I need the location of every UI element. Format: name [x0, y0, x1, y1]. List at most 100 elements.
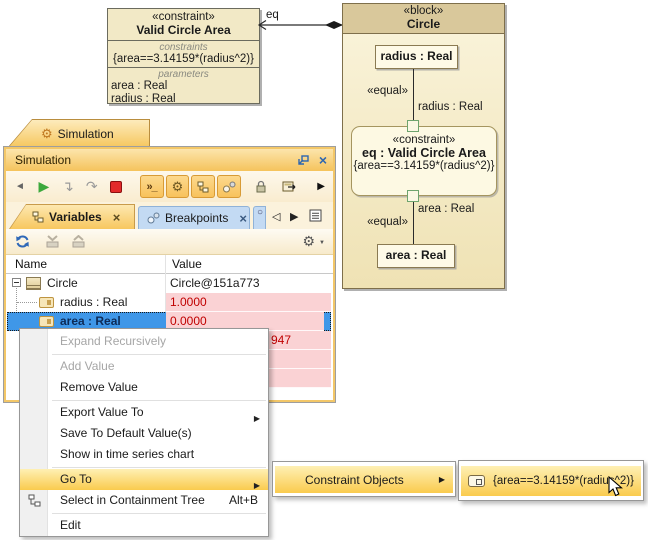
binding-connector-bottom	[413, 202, 414, 244]
menu-separator	[52, 354, 266, 355]
parameter-radius: radius : Real	[111, 93, 256, 106]
menu-item-show-time-series[interactable]: Show in time series chart	[20, 444, 268, 465]
panel-options-gear-button[interactable]: ⚙	[302, 233, 315, 250]
toolbar-overflow-button[interactable]: ▶	[309, 175, 333, 198]
parameters-compartment-label: parameters	[111, 69, 256, 80]
simulation-title: Simulation	[15, 153, 297, 167]
tree-icon	[197, 181, 209, 193]
panel-tab-row: Variables × Breakpoints × ○ ◁ ▶	[6, 202, 333, 229]
constraint-block-valid-circle-area[interactable]: «constraint» Valid Circle Area constrain…	[107, 8, 260, 104]
menu-separator	[52, 513, 266, 514]
row-value-cell: 1.0000	[166, 293, 331, 312]
circle-block-header: «block» Circle	[343, 4, 504, 34]
context-menu: Expand Recursively Add Value Remove Valu…	[19, 328, 269, 537]
save-to-default-button[interactable]	[40, 230, 64, 253]
menu-item-go-to[interactable]: Go To ▶	[20, 469, 268, 490]
menu-item-expand-recursively[interactable]: Expand Recursively	[20, 331, 268, 352]
close-variables-tab-icon[interactable]: ×	[113, 211, 121, 224]
row-value: 0.0000	[170, 314, 207, 328]
row-name: Circle	[47, 276, 78, 290]
refresh-button[interactable]	[10, 230, 34, 253]
constraint-property-expression: {area==3.14159*(radius^2)}	[352, 160, 496, 172]
parameter-port-bottom[interactable]	[407, 190, 419, 202]
tree-icon	[32, 211, 44, 223]
console-icon: »_	[146, 181, 156, 193]
circle-block-name: Circle	[343, 17, 504, 31]
variables-tab-label: Variables	[49, 210, 102, 224]
dock-tab-label: Simulation	[58, 127, 114, 141]
animation-prev-button[interactable]: ◄	[8, 175, 32, 198]
stop-icon	[110, 181, 122, 193]
export-window-icon	[282, 180, 297, 193]
menu-item-select-in-containment-tree[interactable]: Select in Containment Tree Alt+B	[20, 490, 268, 511]
row-value: Circle@151a773	[170, 276, 260, 290]
nav-next-tab-button[interactable]: ▶	[290, 210, 298, 223]
nav-prev-tab-button[interactable]: ◁	[272, 210, 280, 223]
constraint-block-header: «constraint» Valid Circle Area	[108, 9, 259, 41]
constraint-block-name: Valid Circle Area	[108, 23, 259, 37]
step-over-button[interactable]: ↷	[80, 175, 104, 198]
menu-item-edit[interactable]: Edit	[20, 515, 268, 536]
console-toggle-button[interactable]: »_	[140, 175, 164, 198]
value-property-icon	[39, 297, 54, 308]
panel-options-dropdown-icon[interactable]: ▼	[319, 240, 325, 246]
tab-variables[interactable]: Variables ×	[10, 205, 134, 229]
collapse-expander-icon[interactable]	[12, 278, 21, 287]
screenshot-root: «constraint» Valid Circle Area constrain…	[0, 0, 648, 540]
eq-connector-line[interactable]	[256, 18, 346, 32]
collapse-into-bar-icon	[45, 235, 60, 248]
menu-item-shortcut: Alt+B	[229, 490, 258, 511]
equal-stereotype-top: «equal»	[342, 85, 408, 97]
constraint-property-box[interactable]: «constraint» eq : Valid Circle Area {are…	[351, 126, 497, 196]
lock-button[interactable]	[249, 175, 273, 198]
radius-part-box[interactable]: radius : Real	[375, 45, 458, 69]
close-window-button[interactable]: ×	[319, 153, 327, 167]
block-instance-icon	[26, 277, 41, 290]
tab-overflow-fragment[interactable]: ○	[253, 206, 266, 229]
lock-icon	[255, 180, 267, 193]
mouse-cursor	[608, 476, 624, 497]
breakpoints-toggle-button[interactable]	[217, 175, 241, 198]
containment-tree-icon	[28, 494, 41, 507]
circle-stereotype: «block»	[343, 5, 504, 17]
constraint-object-icon	[468, 475, 485, 487]
close-breakpoints-tab-icon[interactable]: ×	[239, 212, 247, 225]
expand-from-bar-icon	[71, 235, 86, 248]
menu-item-add-value[interactable]: Add Value	[20, 356, 268, 377]
table-row-radius[interactable]: radius : Real 1.0000	[6, 293, 331, 312]
binding-label-radius: radius : Real	[418, 101, 483, 113]
tab-list-button[interactable]	[309, 209, 322, 222]
restore-window-button[interactable]	[297, 155, 309, 166]
play-button[interactable]: ▶	[32, 175, 56, 198]
menu-item-save-to-default[interactable]: Save To Default Value(s)	[20, 423, 268, 444]
parameter-port-top[interactable]	[407, 120, 419, 132]
table-row-circle[interactable]: Circle Circle@151a773	[6, 274, 331, 293]
export-window-button[interactable]	[277, 175, 301, 198]
column-header-name[interactable]: Name	[15, 257, 47, 271]
options-toggle-button[interactable]: ⚙	[166, 175, 190, 198]
goto-submenu: Constraint Objects ▶	[272, 461, 456, 497]
simulation-toolbar: ◄ ▶ ↴ ↷ »_ ⚙	[6, 171, 333, 202]
menu-item-label: Go To	[60, 472, 92, 486]
constraint-expression: {area==3.14159*(radius^2)}	[111, 53, 256, 65]
submenu-item-constraint-objects[interactable]: Constraint Objects ▶	[275, 466, 453, 493]
submenu-item-label: Constraint Objects	[305, 473, 404, 487]
list-icon	[309, 209, 322, 222]
tab-breakpoints[interactable]: Breakpoints ×	[138, 206, 250, 229]
dock-tab-simulation[interactable]: ⚙ Simulation	[9, 120, 149, 147]
stop-button[interactable]	[104, 175, 128, 198]
variables-toggle-button[interactable]	[191, 175, 215, 198]
step-into-button[interactable]: ↴	[56, 175, 80, 198]
area-part-box[interactable]: area : Real	[377, 244, 455, 268]
simulation-titlebar[interactable]: Simulation ×	[6, 149, 333, 171]
menu-item-export-value-to[interactable]: Export Value To ▶	[20, 402, 268, 423]
menu-item-remove-value[interactable]: Remove Value	[20, 377, 268, 398]
row-value: 1.0000	[170, 295, 207, 309]
constraint-property-name: eq : Valid Circle Area	[352, 146, 496, 160]
equal-stereotype-bottom: «equal»	[342, 216, 408, 228]
parameter-area: area : Real	[111, 80, 256, 93]
load-from-default-button[interactable]	[66, 230, 90, 253]
column-header-value[interactable]: Value	[172, 257, 202, 271]
circles-icon	[147, 212, 160, 224]
menu-item-label: Export Value To	[60, 405, 144, 419]
